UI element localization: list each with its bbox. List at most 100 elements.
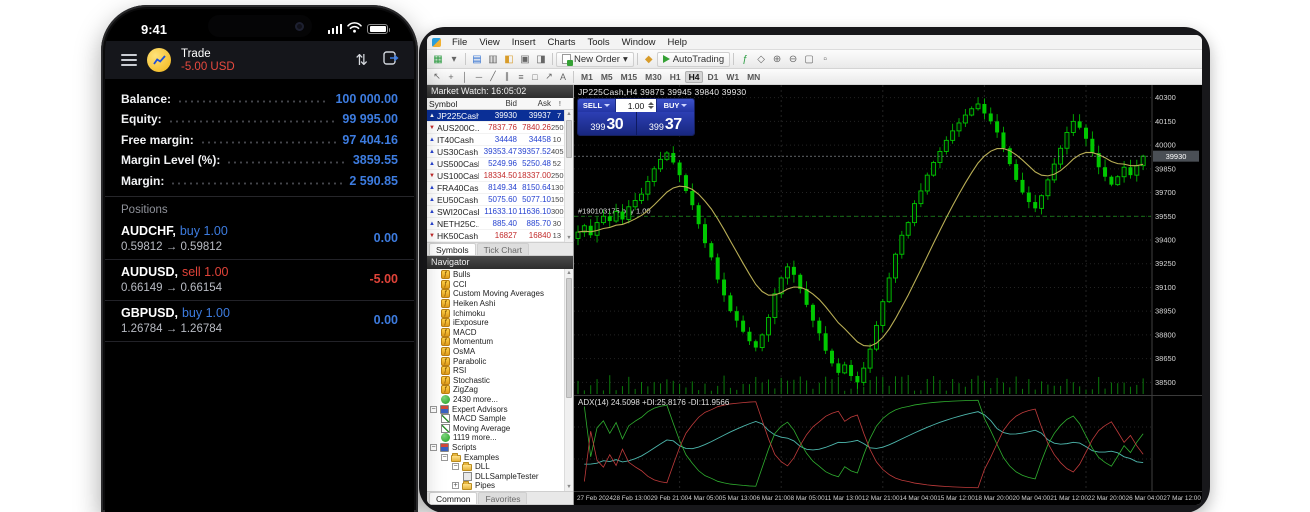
menu-insert[interactable]: Insert	[506, 37, 542, 48]
nav-item-moving-average[interactable]: Moving Average	[427, 424, 573, 434]
buy-price[interactable]: 399 37	[637, 112, 695, 135]
menu-icon[interactable]	[121, 54, 137, 66]
scroll-thumb[interactable]	[566, 120, 572, 158]
nav-item-osma[interactable]: ƒOsMA	[427, 347, 573, 357]
menu-tools[interactable]: Tools	[581, 37, 615, 48]
market-watch-row[interactable]: ▲IT40Cash344483445810	[427, 134, 573, 146]
zoom-out-icon[interactable]: ⊖	[785, 52, 801, 66]
menu-help[interactable]: Help	[661, 37, 693, 48]
market-watch-row[interactable]: ▲EU50Cash5075.605077.10150	[427, 194, 573, 206]
strategy-tester-icon[interactable]: ◨	[533, 52, 549, 66]
nav-item-momentum[interactable]: ƒMomentum	[427, 337, 573, 347]
timeframe-mn[interactable]: MN	[743, 71, 764, 83]
nav-item-rsi[interactable]: ƒRSI	[427, 366, 573, 376]
indicators-icon[interactable]: ƒ	[737, 52, 753, 66]
nav-item-expert-advisors[interactable]: −Expert Advisors	[427, 404, 573, 414]
new-chart-icon[interactable]: ▦	[430, 52, 446, 66]
cursor-icon[interactable]: ↖	[430, 71, 444, 83]
nav-item-macd[interactable]: ƒMACD	[427, 328, 573, 338]
data-window-icon[interactable]: ▥	[485, 52, 501, 66]
position-row[interactable]: AUDUSD,sell 1.000.66149 → 0.66154-5.00	[105, 260, 414, 301]
lot-size-input[interactable]: 1.00	[615, 99, 657, 112]
market-watch-row[interactable]: ▲US500Cash5249.965250.4852	[427, 158, 573, 170]
new-order-button[interactable]: New Order▾	[556, 52, 634, 67]
channel-icon[interactable]: ∥	[500, 71, 514, 83]
fibonacci-icon[interactable]: ≡	[514, 71, 528, 83]
market-watch-row[interactable]: ▲FRA40Cash8149.348150.64130	[427, 182, 573, 194]
collapse-icon[interactable]: −	[452, 463, 459, 470]
tab-tick-chart[interactable]: Tick Chart	[477, 243, 529, 255]
nav-item-examples[interactable]: −Examples	[427, 452, 573, 462]
nav-item-2430-more[interactable]: 2430 more...	[427, 395, 573, 405]
market-watch-row[interactable]: ▲NETH25C...885.40885.7030	[427, 218, 573, 230]
timeframe-m30[interactable]: M30	[641, 71, 666, 83]
metaeditor-icon[interactable]: ◆	[641, 52, 657, 66]
chart-area[interactable]: 4030040150400003985039700395503940039250…	[574, 85, 1202, 505]
market-watch-row[interactable]: ▼US100Cash18334.5018337.00250	[427, 170, 573, 182]
menu-view[interactable]: View	[473, 37, 505, 48]
nav-item-dllsampletester[interactable]: DLLSampleTester	[427, 471, 573, 481]
collapse-icon[interactable]: −	[430, 444, 437, 451]
timeframe-m5[interactable]: M5	[597, 71, 617, 83]
market-watch-row[interactable]: ▲SWI20Cash11633.1011636.10300	[427, 206, 573, 218]
sort-icon[interactable]: ⇅	[355, 51, 368, 69]
timeframe-d1[interactable]: D1	[703, 71, 722, 83]
collapse-icon[interactable]: −	[441, 454, 448, 461]
vertical-line-icon[interactable]: │	[458, 71, 472, 83]
nav-item-scripts[interactable]: −Scripts	[427, 443, 573, 453]
lot-spinner[interactable]	[647, 99, 655, 112]
nav-item-heiken-ashi[interactable]: ƒHeiken Ashi	[427, 299, 573, 309]
nav-item-stochastic[interactable]: ƒStochastic	[427, 376, 573, 386]
tab-favorites[interactable]: Favorites	[478, 492, 527, 504]
nav-item-ichimoku[interactable]: ƒIchimoku	[427, 308, 573, 318]
market-watch-row[interactable]: ▲US30Cash39353.4739357.52405	[427, 146, 573, 158]
sell-price[interactable]: 399 30	[578, 112, 636, 135]
sell-button[interactable]: SELL	[578, 99, 615, 112]
market-watch-row[interactable]: ▼AUS200C...7837.767840.26250	[427, 122, 573, 134]
scroll-up-icon[interactable]: ▲	[565, 110, 573, 118]
nav-item-dll[interactable]: −DLL	[427, 462, 573, 472]
timeframe-m15[interactable]: M15	[617, 71, 642, 83]
timeframe-h4[interactable]: H4	[685, 71, 704, 83]
main-chart[interactable]: 4030040150400003985039700395503940039250…	[574, 85, 1202, 395]
horizontal-line-icon[interactable]: ─	[472, 71, 486, 83]
nav-item-pipes[interactable]: +Pipes	[427, 481, 573, 491]
market-watch-row[interactable]: ▼HK50Cash168271684013	[427, 230, 573, 242]
chart-shift-icon[interactable]: ▫	[817, 52, 833, 66]
nav-item-iexposure[interactable]: ƒiExposure	[427, 318, 573, 328]
scroll-up-icon[interactable]: ▲	[565, 269, 573, 277]
scroll-thumb[interactable]	[566, 278, 572, 398]
nav-item-1119-more[interactable]: 1119 more...	[427, 433, 573, 443]
nav-item-custom-moving-averages[interactable]: ƒCustom Moving Averages	[427, 289, 573, 299]
market-watch-row[interactable]: ▲JP225Cash39930399377	[427, 110, 573, 122]
zoom-in-icon[interactable]: ⊕	[769, 52, 785, 66]
timeframe-w1[interactable]: W1	[722, 71, 743, 83]
autotrading-button[interactable]: AutoTrading	[657, 52, 730, 67]
navigator-scrollbar[interactable]: ▲▼	[564, 269, 573, 491]
nav-item-zigzag[interactable]: ƒZigZag	[427, 385, 573, 395]
tab-symbols[interactable]: Symbols	[429, 243, 476, 255]
adx-indicator-pane[interactable]: ADX(14) 24.5098 +DI:25.8176 -DI:11.9566	[574, 395, 1202, 491]
position-row[interactable]: AUDCHF,buy 1.000.59812 → 0.598120.00	[105, 219, 414, 260]
menu-charts[interactable]: Charts	[542, 37, 582, 48]
order-history-icon[interactable]	[382, 49, 400, 72]
nav-item-macd-sample[interactable]: MACD Sample	[427, 414, 573, 424]
collapse-icon[interactable]: −	[430, 406, 437, 413]
crosshair-icon[interactable]: +	[444, 71, 458, 83]
trendline-icon[interactable]: ╱	[486, 71, 500, 83]
nav-item-parabolic[interactable]: ƒParabolic	[427, 356, 573, 366]
position-row[interactable]: GBPUSD,buy 1.001.26784 → 1.267840.00	[105, 301, 414, 342]
scroll-down-icon[interactable]: ▼	[565, 483, 573, 491]
objects-icon[interactable]: ◇	[753, 52, 769, 66]
arrows-icon[interactable]: ↗	[542, 71, 556, 83]
terminal-icon[interactable]: ▣	[517, 52, 533, 66]
expand-icon[interactable]: +	[452, 482, 459, 489]
market-watch-icon[interactable]: ▤	[469, 52, 485, 66]
buy-button[interactable]: BUY	[657, 99, 694, 112]
timeframe-m1[interactable]: M1	[577, 71, 597, 83]
menu-file[interactable]: File	[446, 37, 473, 48]
nav-item-bulls[interactable]: ƒBulls	[427, 270, 573, 280]
menu-window[interactable]: Window	[616, 37, 662, 48]
tab-common[interactable]: Common	[429, 492, 477, 504]
timeframe-h1[interactable]: H1	[666, 71, 685, 83]
